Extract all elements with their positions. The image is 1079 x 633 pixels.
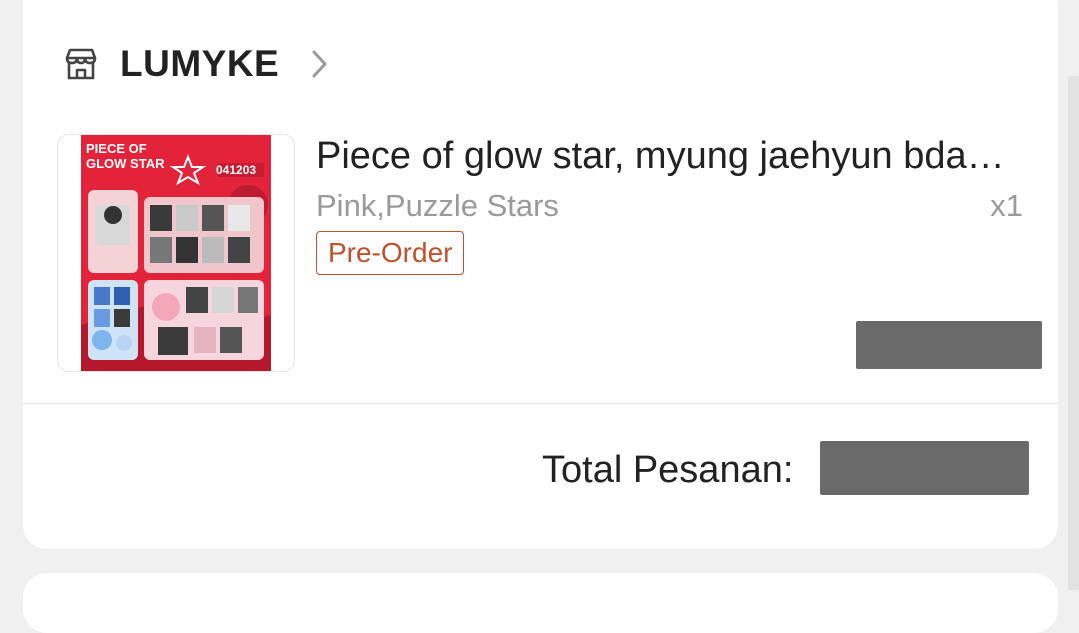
store-header[interactable]: LUMYKE <box>62 40 331 88</box>
product-quantity: x1 <box>990 188 1023 223</box>
product-variant: Pink,Puzzle Stars <box>316 188 559 223</box>
store-name[interactable]: LUMYKE <box>120 43 279 85</box>
thumbnail-title: PIECE OF GLOW STAR <box>86 141 165 171</box>
preorder-badge: Pre-Order <box>316 231 465 275</box>
chevron-right-icon[interactable] <box>309 47 331 81</box>
thumbnail-code: 041203 <box>216 163 257 177</box>
product-thumbnail[interactable]: PIECE OF GLOW STAR 041203 <box>57 134 295 372</box>
scrollbar[interactable] <box>1068 76 1079 590</box>
total-label: Total Pesanan: <box>542 449 794 491</box>
product-title[interactable]: Piece of glow star, myung jaehyun bda… <box>316 134 1028 178</box>
total-value-redacted <box>820 441 1029 495</box>
next-order-card <box>23 573 1058 633</box>
price-redacted <box>856 321 1042 369</box>
store-icon <box>62 45 100 83</box>
divider <box>23 403 1058 404</box>
